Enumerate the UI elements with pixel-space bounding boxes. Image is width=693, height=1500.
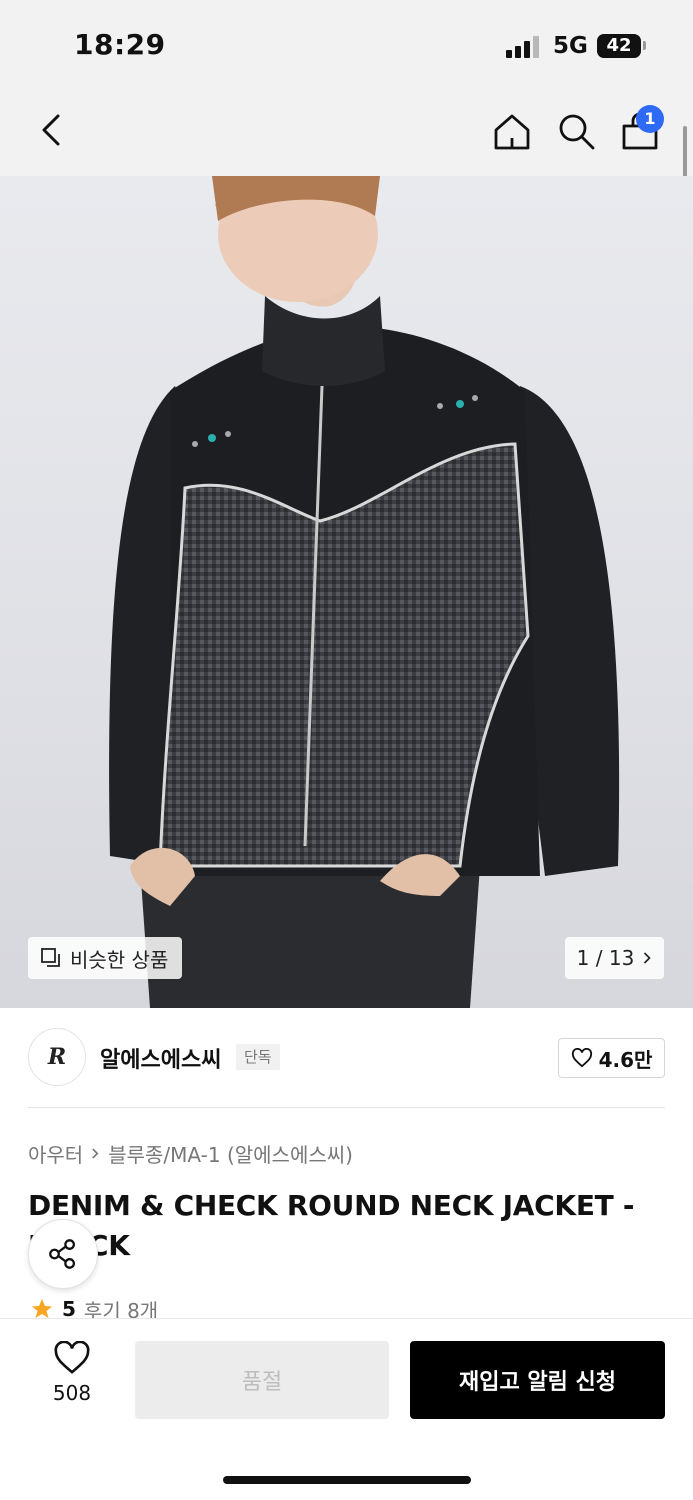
battery-icon: 42 <box>597 34 641 58</box>
brand-like-button[interactable]: 4.6만 <box>558 1038 665 1078</box>
chevron-right-icon <box>644 952 651 964</box>
product-image[interactable] <box>0 176 693 1008</box>
exclusive-tag: 단독 <box>236 1044 280 1070</box>
chevron-left-icon[interactable] <box>30 108 74 152</box>
wishlist-count: 508 <box>52 1381 92 1405</box>
bottom-action-bar: 508 품절 재입고 알림 신청 <box>0 1318 693 1500</box>
product-title: DENIM & CHECK ROUND NECK JACKET - BLACK <box>28 1189 635 1262</box>
breadcrumb: 아우터 블루종/MA-1 (알에스에스씨) <box>28 1139 353 1168</box>
share-icon <box>49 1239 75 1269</box>
similar-products-label: 비슷한 상품 <box>70 947 169 972</box>
restock-alert-button[interactable]: 재입고 알림 신청 <box>410 1341 665 1419</box>
search-icon[interactable] <box>553 108 601 156</box>
network-type: 5G <box>553 33 588 59</box>
breadcrumb-subcategory[interactable]: 블루종/MA-1 (알에스에스씨) <box>108 1139 353 1168</box>
image-page-counter[interactable]: 1 / 13 <box>565 937 664 979</box>
soldout-button: 품절 <box>135 1341 389 1419</box>
page-indicator: 1 / 13 <box>576 946 635 970</box>
nav-bar <box>0 90 693 176</box>
similar-products-button[interactable]: 비슷한 상품 <box>28 937 183 979</box>
breadcrumb-category[interactable]: 아우터 <box>28 1139 83 1168</box>
home-indicator[interactable] <box>223 1476 471 1484</box>
status-time: 18:29 <box>74 28 166 61</box>
chevron-right-icon <box>92 1148 99 1159</box>
status-bar: 18:29 5G 42 <box>0 0 693 90</box>
battery-tip <box>643 41 646 50</box>
brand-like-count: 4.6만 <box>598 1047 653 1072</box>
brand-name[interactable]: 알에스에스씨 <box>100 1042 221 1074</box>
home-icon[interactable] <box>488 108 536 156</box>
share-button[interactable] <box>28 1219 98 1289</box>
heart-icon <box>571 1048 592 1068</box>
heart-icon <box>54 1341 90 1374</box>
divider <box>28 1107 665 1108</box>
copy-icon <box>41 948 60 967</box>
model-illustration <box>109 176 620 1008</box>
cart-count-badge: 1 <box>636 105 664 133</box>
brand-logo[interactable]: R <box>28 1028 86 1086</box>
brand-row: R 알에스에스씨 단독 4.6만 <box>28 1028 665 1086</box>
signal-icon <box>506 36 542 58</box>
wishlist-button[interactable]: 508 <box>40 1341 104 1421</box>
